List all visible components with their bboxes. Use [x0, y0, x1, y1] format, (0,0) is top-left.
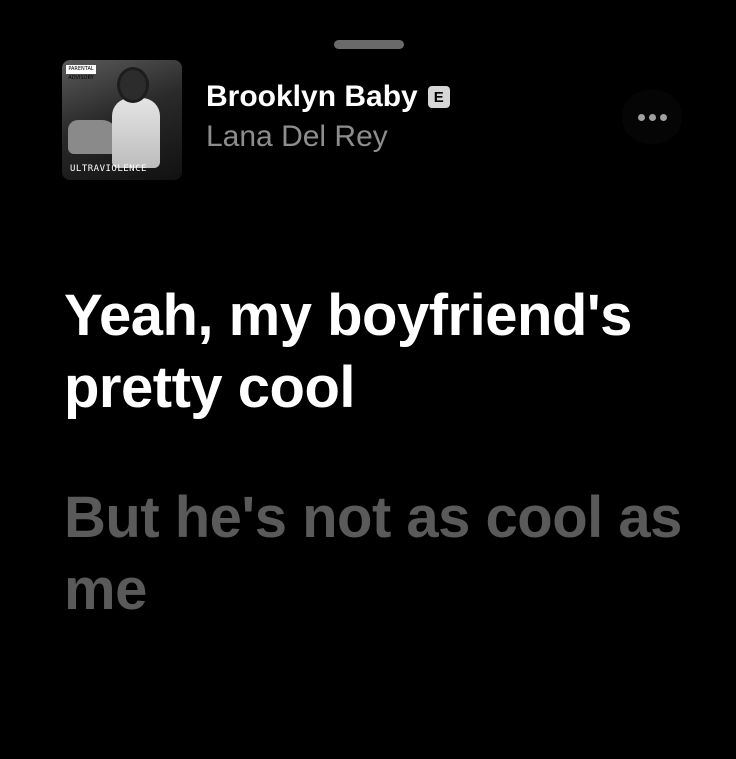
- album-art-car: [68, 120, 118, 154]
- sheet-grabber-handle[interactable]: [334, 40, 404, 49]
- lyrics-panel[interactable]: Yeah, my boyfriend's pretty cool But he'…: [64, 280, 696, 626]
- ellipsis-icon: [648, 113, 656, 121]
- lyric-current-line[interactable]: Yeah, my boyfriend's pretty cool: [64, 280, 696, 424]
- track-info[interactable]: Brooklyn Baby E Lana Del Rey: [206, 78, 450, 156]
- lyric-next-line[interactable]: But he's not as cool as me: [64, 482, 696, 626]
- ellipsis-icon: [637, 113, 645, 121]
- track-title: Brooklyn Baby: [206, 80, 418, 113]
- artist-name[interactable]: Lana Del Rey: [206, 118, 450, 156]
- album-art-title: ULTRAVIOLENCE: [70, 164, 147, 174]
- track-title-row: Brooklyn Baby E: [206, 78, 450, 116]
- explicit-badge: E: [427, 86, 450, 108]
- album-art-figure: [112, 98, 160, 168]
- album-art-figure-head: [120, 70, 146, 100]
- ellipsis-icon: [659, 113, 667, 121]
- parental-advisory-label: PARENTAL ADVISORY: [66, 65, 96, 81]
- now-playing-header: PARENTAL ADVISORY ULTRAVIOLENCE Brooklyn…: [62, 60, 682, 180]
- album-art[interactable]: PARENTAL ADVISORY ULTRAVIOLENCE: [62, 60, 182, 180]
- more-options-button[interactable]: [622, 90, 682, 144]
